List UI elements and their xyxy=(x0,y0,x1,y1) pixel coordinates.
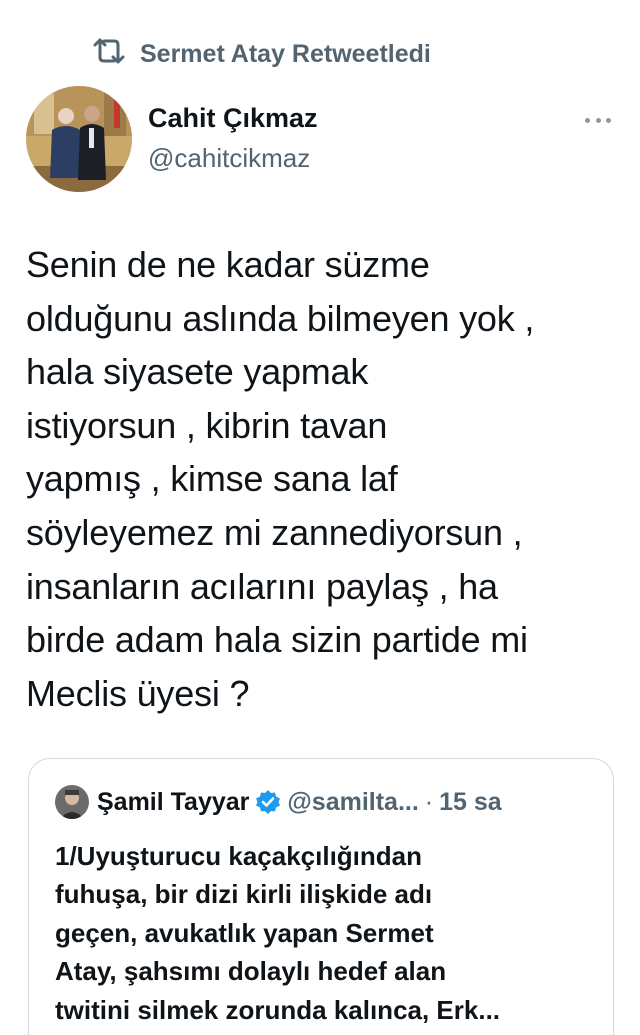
retweet-indicator[interactable]: Sermet Atay Retweetledi xyxy=(92,34,431,74)
tweet-author[interactable]: Cahit Çıkmaz @cahitcikmaz xyxy=(148,100,318,176)
author-name[interactable]: Cahit Çıkmaz xyxy=(148,100,318,136)
author-handle[interactable]: @cahitcikmaz xyxy=(148,140,318,176)
quoted-tweet-header: Şamil Tayyar @samilta... · 15 sa xyxy=(55,785,502,819)
quoted-author-name: Şamil Tayyar xyxy=(97,787,250,816)
tweet-text: Senin de ne kadar süzme olduğunu aslında… xyxy=(26,244,535,714)
quoted-author-handle: @samilta... xyxy=(287,787,419,816)
author-avatar[interactable] xyxy=(26,86,132,192)
quoted-tweet-text: 1/Uyuşturucu kaçakçılığından fuhuşa, bir… xyxy=(55,841,501,1025)
retweet-icon xyxy=(92,38,126,71)
quoted-tweet-card[interactable]: Şamil Tayyar @samilta... · 15 sa 1/Uyuşt… xyxy=(28,758,614,1035)
quoted-author-avatar xyxy=(55,785,89,819)
more-dots-icon[interactable] xyxy=(582,106,614,134)
retweet-label: Sermet Atay Retweetledi xyxy=(140,39,431,68)
quoted-tweet-time: 15 sa xyxy=(439,787,502,816)
verified-badge-icon xyxy=(255,789,281,815)
separator-dot: · xyxy=(424,787,434,816)
